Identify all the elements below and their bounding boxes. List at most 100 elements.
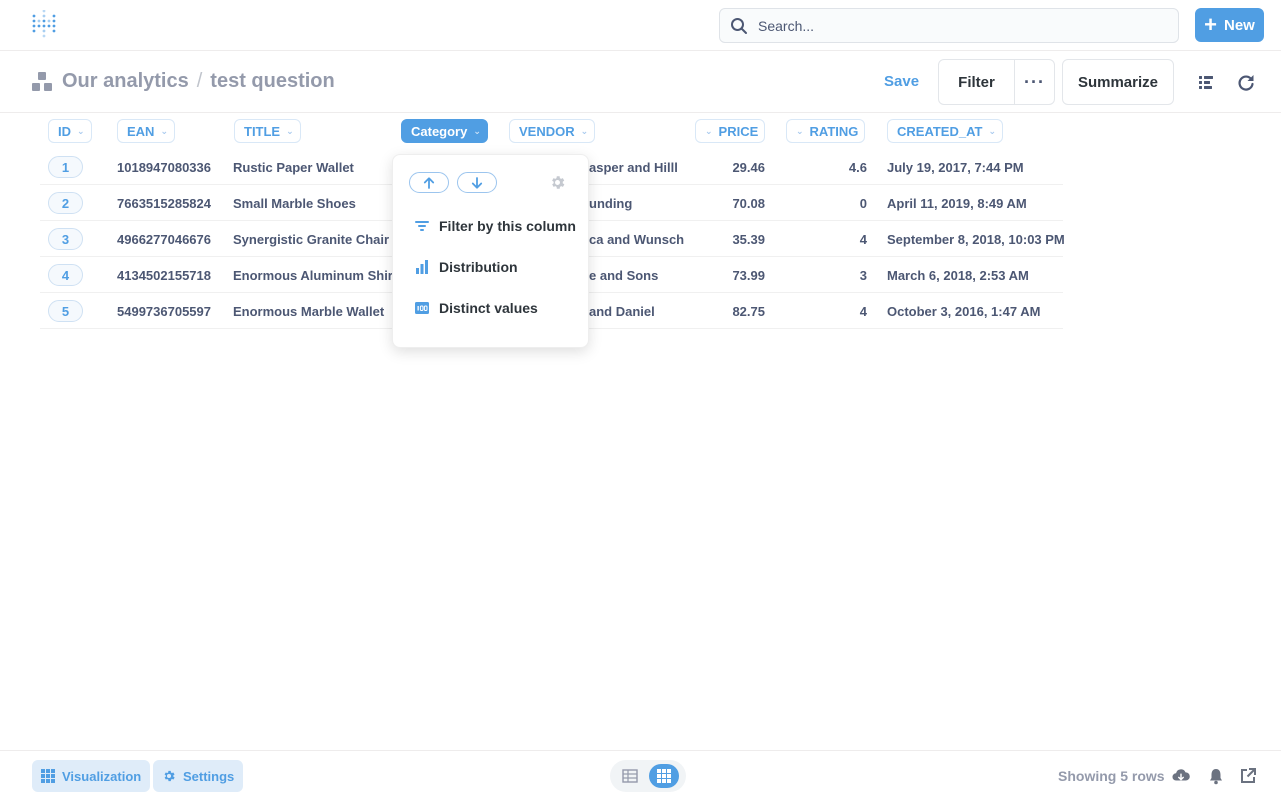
notebook-editor-icon[interactable] — [1197, 73, 1215, 91]
column-header-price[interactable]: ⌄ PRICE — [695, 119, 766, 143]
created-at-cell[interactable]: March 6, 2018, 2:53 AM — [887, 257, 1029, 293]
distribution-item[interactable]: Distribution — [415, 257, 518, 277]
filter-by-column-label: Filter by this column — [439, 218, 576, 234]
title-cell[interactable]: Enormous Aluminum Shirt — [233, 257, 397, 293]
chevron-down-icon: ⌄ — [705, 125, 713, 136]
column-header-label: VENDOR — [519, 123, 575, 139]
price-cell[interactable]: 73.99 — [690, 257, 765, 293]
created-at-cell[interactable]: September 8, 2018, 10:03 PM — [887, 221, 1065, 257]
distinct-values-item[interactable]: Distinct values — [415, 298, 538, 318]
breadcrumb: Our analytics / test question — [31, 70, 335, 93]
arrow-down-icon — [471, 176, 483, 189]
settings-label: Settings — [183, 768, 235, 784]
title-cell[interactable]: Rustic Paper Wallet — [233, 149, 354, 185]
download-icon[interactable] — [1172, 767, 1190, 785]
title-cell[interactable]: Synergistic Granite Chair — [233, 221, 389, 257]
price-cell[interactable]: 70.08 — [690, 185, 765, 221]
settings-button[interactable]: Settings — [153, 760, 244, 792]
summarize-button[interactable]: Summarize — [1062, 59, 1174, 105]
filter-by-column-item[interactable]: Filter by this column — [415, 216, 576, 236]
visualization-button[interactable]: Visualization — [32, 760, 151, 792]
column-header-label: ID — [58, 123, 71, 139]
breadcrumb-collection[interactable]: Our analytics — [62, 70, 189, 93]
row-count: Showing 5 rows — [1058, 768, 1165, 784]
plus-icon: + — [1204, 12, 1217, 37]
created-at-cell[interactable]: July 19, 2017, 7:44 PM — [887, 149, 1024, 185]
breadcrumb-separator: / — [196, 70, 203, 92]
ean-cell[interactable]: 1018947080336 — [117, 149, 211, 185]
column-header-label: EAN — [127, 123, 155, 139]
grid-view-toggle[interactable] — [649, 764, 679, 788]
id-cell[interactable]: 3 — [48, 221, 83, 257]
new-button[interactable]: + New — [1195, 8, 1264, 42]
rating-cell[interactable]: 4 — [800, 293, 867, 329]
rating-cell[interactable]: 0 — [800, 185, 867, 221]
created-at-cell[interactable]: April 11, 2019, 8:49 AM — [887, 185, 1027, 221]
chevron-down-icon: ⌄ — [77, 125, 85, 136]
number-icon — [415, 302, 429, 314]
search-bar[interactable] — [719, 8, 1179, 43]
chevron-down-icon: ⌄ — [160, 125, 168, 136]
more-options-button[interactable]: ··· — [1015, 60, 1054, 104]
table-icon — [622, 769, 638, 783]
id-pill[interactable]: 2 — [48, 192, 83, 214]
column-header-title[interactable]: TITLE ⌄ — [234, 119, 301, 143]
rating-cell[interactable]: 4.6 — [800, 149, 867, 185]
ean-cell[interactable]: 4134502155718 — [117, 257, 211, 293]
gear-icon[interactable] — [549, 174, 566, 191]
column-header-label: TITLE — [244, 123, 281, 139]
price-cell[interactable]: 29.46 — [690, 149, 765, 185]
visualization-label: Visualization — [62, 768, 142, 784]
title-cell[interactable]: Enormous Marble Wallet — [233, 293, 384, 329]
top-navigation: + New — [0, 0, 1281, 51]
id-pill[interactable]: 4 — [48, 264, 83, 286]
share-icon[interactable] — [1239, 767, 1257, 785]
id-pill[interactable]: 5 — [48, 300, 83, 322]
refresh-icon[interactable] — [1237, 73, 1255, 91]
column-actions-popover: Filter by this column Distribution Disti… — [392, 154, 589, 348]
title-cell[interactable]: Small Marble Shoes — [233, 185, 356, 221]
id-cell[interactable]: 2 — [48, 185, 83, 221]
id-cell[interactable]: 1 — [48, 149, 83, 185]
question-header: Our analytics / test question Save Filte… — [0, 51, 1281, 113]
grid-icon — [657, 769, 671, 783]
metabase-logo-icon[interactable] — [30, 10, 58, 38]
chevron-down-icon: ⌄ — [473, 125, 481, 136]
created-at-cell[interactable]: October 3, 2016, 1:47 AM — [887, 293, 1040, 329]
sort-descending-button[interactable] — [457, 172, 497, 193]
id-pill[interactable]: 3 — [48, 228, 83, 250]
column-header-vendor[interactable]: VENDOR ⌄ — [509, 119, 596, 143]
column-header-created-at[interactable]: CREATED_AT ⌄ — [887, 119, 1004, 143]
bar-chart-icon — [416, 260, 428, 274]
chevron-down-icon: ⌄ — [988, 125, 997, 136]
column-header-id[interactable]: ID ⌄ — [48, 119, 92, 143]
rating-cell[interactable]: 4 — [800, 221, 867, 257]
save-button[interactable]: Save — [884, 73, 919, 90]
column-header-rating[interactable]: ⌄ RATING — [786, 119, 866, 143]
column-header-category[interactable]: Category ⌄ — [401, 119, 488, 143]
bell-icon[interactable] — [1207, 767, 1225, 785]
price-cell[interactable]: 82.75 — [690, 293, 765, 329]
table-grid-icon — [41, 769, 55, 783]
filter-button-group: Filter ··· — [938, 59, 1055, 105]
price-cell[interactable]: 35.39 — [690, 221, 765, 257]
chevron-down-icon: ⌄ — [580, 125, 589, 136]
rating-cell[interactable]: 3 — [800, 257, 867, 293]
sort-ascending-button[interactable] — [409, 172, 449, 193]
question-title[interactable]: test question — [210, 70, 334, 93]
column-header-ean[interactable]: EAN ⌄ — [117, 119, 175, 143]
id-pill[interactable]: 1 — [48, 156, 83, 178]
arrow-up-icon — [423, 176, 435, 189]
filter-button[interactable]: Filter — [939, 60, 1015, 104]
search-input[interactable] — [758, 17, 1138, 34]
chevron-down-icon: ⌄ — [796, 125, 804, 136]
id-cell[interactable]: 5 — [48, 293, 83, 329]
column-header-label: PRICE — [718, 123, 759, 139]
id-cell[interactable]: 4 — [48, 257, 83, 293]
table-view-toggle[interactable] — [615, 764, 645, 788]
ean-cell[interactable]: 7663515285824 — [117, 185, 211, 221]
ean-cell[interactable]: 4966277046676 — [117, 221, 211, 257]
ean-cell[interactable]: 5499736705597 — [117, 293, 211, 329]
view-footer: Visualization Settings Showing 5 rows — [0, 750, 1281, 800]
view-toggle — [610, 760, 686, 792]
